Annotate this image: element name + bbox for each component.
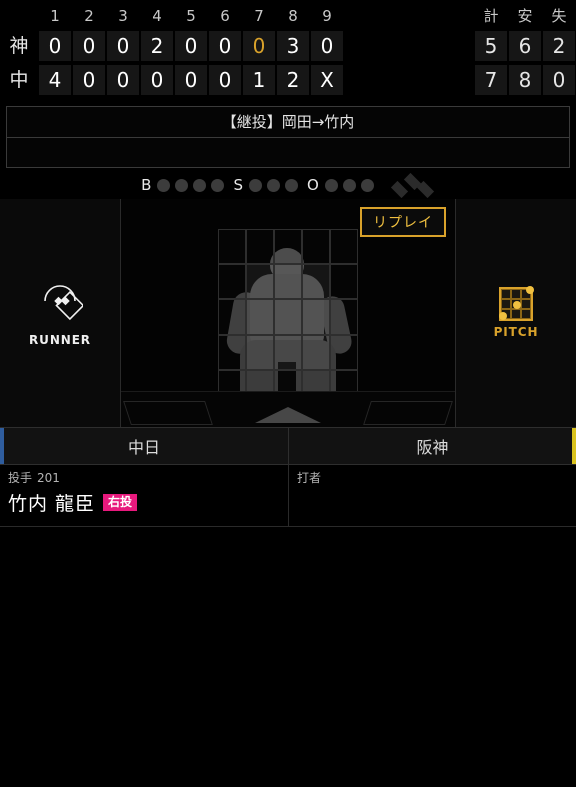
away-accent-bar [572,428,576,464]
score-home-inning-6: 0 [209,65,241,95]
ball-dot-3 [193,178,207,192]
tab-team-away[interactable]: 阪神 [288,428,576,464]
batter-column[interactable]: 打者 [288,465,576,526]
ball-label: B [141,176,152,194]
message-line-2 [7,137,569,167]
strike-dot-3 [285,178,298,192]
score-home-inning-7: 1 [243,65,275,95]
tab-team-home[interactable]: 中日 [0,428,288,464]
score-home-inning-9: X [311,65,343,95]
total-header-runs: 計 [483,7,499,25]
team-abbrev-away: 神 [9,35,29,57]
pitcher-role-line: 投手 201 [8,470,280,486]
message-panel: 【継投】岡田→竹内 [6,106,570,168]
strike-zone-grid [218,229,358,405]
ball-dot-4 [211,178,225,192]
inning-header-7: 7 [254,7,264,25]
inning-header-3: 3 [118,7,128,25]
inning-header-9: 9 [322,7,332,25]
score-away-inning-2: 0 [73,31,105,61]
score-home-errors: 0 [543,65,575,95]
stage-area: RUNNER リプレイ PITCH [0,199,576,427]
score-away-inning-3: 0 [107,31,139,61]
out-count-group: O [307,176,374,194]
player-panel: 投手 201 竹内 龍臣 右投 打者 [0,465,576,527]
home-accent-bar [0,428,4,464]
pitcher-role-label: 投手 [8,471,33,485]
strike-count-group: S [233,176,298,194]
score-away-inning-1: 0 [39,31,71,61]
out-dot-1 [324,178,338,192]
inning-header-2: 2 [84,7,94,25]
score-away-errors: 2 [543,31,575,61]
replay-button[interactable]: リプレイ [360,207,446,237]
inning-header-6: 6 [220,7,230,25]
third-base-indicator [390,180,408,199]
score-home-runs: 7 [475,65,507,95]
team-tabs: 中日 阪神 [0,427,576,465]
pitcher-number: 201 [37,471,60,485]
ball-count-group: B [141,176,225,194]
ball-dot-1 [157,178,171,192]
score-home-inning-5: 0 [175,65,207,95]
right-batters-box [363,401,453,425]
score-away-inning-7: 0 [243,31,275,61]
inning-header-4: 4 [152,7,162,25]
score-away-hits: 6 [509,31,541,61]
batter-role-line: 打者 [297,470,568,486]
team-abbrev-home: 中 [9,69,29,91]
out-dot-3 [360,178,374,192]
field-ground [121,391,455,427]
score-home-inning-3: 0 [107,65,139,95]
tab-team-away-label: 阪神 [416,438,449,457]
score-away-inning-6: 0 [209,31,241,61]
scoreboard-grid: 1 2 3 4 5 6 7 8 9 計 安 失 神 0 0 0 2 0 0 0 … [0,4,576,96]
pitch-pane[interactable]: PITCH [456,199,576,427]
pitch-label: PITCH [493,325,539,339]
score-away-inning-4: 2 [141,31,173,61]
runner-pane[interactable]: RUNNER [0,199,120,427]
total-header-errors: 失 [551,7,567,25]
pitcher-name: 竹内 龍臣 [8,493,96,515]
out-dot-2 [342,178,356,192]
batter-role-label: 打者 [297,471,322,485]
strike-label: S [233,176,243,194]
out-label: O [307,176,319,194]
runner-diamond-icon [37,279,85,329]
score-home-inning-2: 0 [73,65,105,95]
first-base-indicator [416,180,434,199]
score-away-inning-5: 0 [175,31,207,61]
pitcher-hand-badge: 右投 [103,494,138,511]
score-home-inning-8: 2 [277,65,309,95]
runner-label: RUNNER [29,333,91,347]
tab-team-home-label: 中日 [127,438,160,457]
bottom-empty-area [0,527,576,787]
message-line-1: 【継投】岡田→竹内 [221,113,355,131]
score-home-hits: 8 [509,65,541,95]
home-plate [255,407,321,423]
bases-diamond [390,172,435,199]
count-bar: B S O [0,171,576,199]
ball-dot-2 [175,178,189,192]
score-home-inning-4: 0 [141,65,173,95]
score-away-inning-9: 0 [311,31,343,61]
baseball-live-scoreboard-app: 1 2 3 4 5 6 7 8 9 計 安 失 神 0 0 0 2 0 0 0 … [0,0,576,787]
strike-dot-1 [249,178,262,192]
left-batters-box [123,401,213,425]
total-header-hits: 安 [517,7,533,25]
scoreboard: 1 2 3 4 5 6 7 8 9 計 安 失 神 0 0 0 2 0 0 0 … [0,0,576,98]
inning-header-8: 8 [288,7,298,25]
pitch-grid-icon [499,286,534,321]
inning-header-5: 5 [186,7,196,25]
score-away-runs: 5 [475,31,507,61]
score-home-inning-1: 4 [39,65,71,95]
strike-dot-2 [267,178,280,192]
pitcher-name-line: 竹内 龍臣 右投 [8,489,280,516]
inning-header-1: 1 [50,7,60,25]
pitcher-column[interactable]: 投手 201 竹内 龍臣 右投 [0,465,288,526]
video-field-view[interactable]: リプレイ [120,199,456,427]
score-away-inning-8: 3 [277,31,309,61]
